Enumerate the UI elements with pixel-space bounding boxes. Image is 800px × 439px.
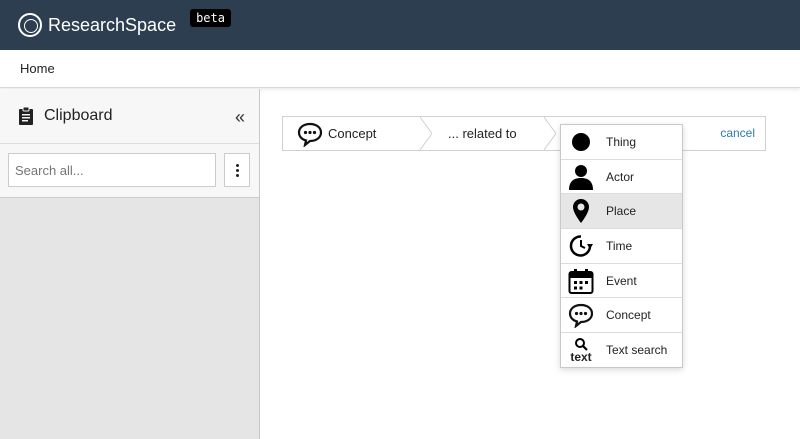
clipboard-search-input[interactable] (8, 153, 216, 187)
breadcrumb-home[interactable]: Home (20, 61, 55, 76)
clipboard-header: Clipboard « (0, 89, 259, 144)
dropdown-item-actor[interactable]: Actor (561, 160, 682, 195)
dropdown-item-text-search[interactable]: text Text search (561, 333, 682, 368)
clipboard-search-bar (0, 144, 259, 198)
map-pin-icon (573, 199, 589, 224)
dropdown-item-label: Actor (606, 169, 635, 184)
calendar-icon (568, 268, 594, 294)
dropdown-item-label: Event (606, 273, 637, 288)
dropdown-item-concept[interactable]: Concept (561, 298, 682, 334)
speech-bubble-icon (297, 122, 323, 147)
app-logo[interactable]: ResearchSpace (18, 13, 176, 37)
more-options-button[interactable] (224, 153, 250, 187)
clipboard-title: Clipboard (44, 107, 113, 124)
text-search-icon: text (561, 333, 601, 367)
query-segment-relation-label: ... related to (448, 126, 517, 141)
dropdown-item-label: Thing (606, 134, 637, 149)
clock-icon (569, 235, 593, 257)
magnifier-icon (575, 338, 588, 352)
person-icon (569, 164, 593, 190)
dropdown-item-label: Time (606, 238, 633, 253)
segment-separator (420, 117, 432, 150)
top-navbar: ResearchSpace beta (0, 0, 800, 50)
cancel-link[interactable]: cancel (720, 126, 755, 140)
beta-badge: beta (190, 9, 231, 27)
query-segment-relation[interactable]: ... related to (448, 117, 517, 150)
dropdown-item-label: Place (606, 204, 637, 219)
text-icon-label: text (570, 350, 592, 365)
query-segment-concept-label: Concept (328, 126, 377, 141)
category-dropdown: Thing Actor Place Time Event Concept tex… (560, 124, 683, 368)
more-options-icon (235, 163, 239, 167)
clipboard-sidebar: Clipboard « (0, 89, 260, 439)
circle-icon (572, 132, 590, 151)
query-segment-concept[interactable]: Concept (297, 117, 376, 150)
dropdown-item-time[interactable]: Time (561, 229, 682, 264)
logo-icon (18, 13, 42, 37)
dropdown-item-label: Text search (606, 343, 668, 358)
dropdown-item-label: Concept (606, 308, 651, 323)
app-name: ResearchSpace (48, 14, 177, 35)
dropdown-item-thing[interactable]: Thing (561, 125, 682, 160)
dropdown-item-place[interactable]: Place (561, 194, 682, 230)
segment-separator (544, 117, 556, 150)
query-builder-bar: Concept ... related to cancel (282, 116, 766, 151)
collapse-sidebar-icon[interactable]: « (235, 107, 245, 128)
clipboard-icon (19, 106, 33, 125)
speech-bubble-icon (568, 304, 594, 329)
dropdown-item-event[interactable]: Event (561, 264, 682, 299)
breadcrumb: Home (0, 50, 800, 88)
